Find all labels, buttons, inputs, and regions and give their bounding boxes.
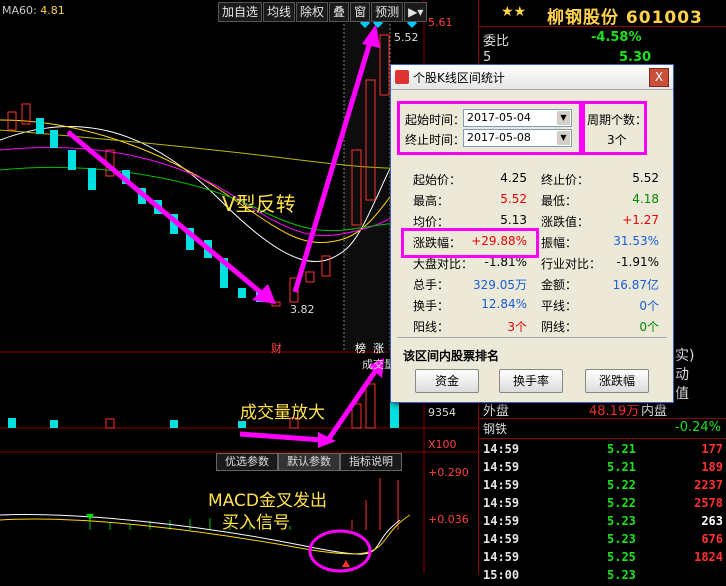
axis-high-label: 5.61 [428,16,453,29]
stat-label: 振幅： [541,236,578,250]
tab-default-params[interactable]: 默认参数 [278,453,340,471]
rank-capital-button[interactable]: 资金 [415,369,479,393]
zhang-marker: 涨 [373,342,384,355]
v-turn-annotation: V型反转 [222,192,296,216]
stat-label: 终止价： [541,173,590,187]
stat-label: 最低： [541,194,578,208]
range-stats-dialog[interactable]: 个股K线区间统计 X 起始时间： 2017-05-04 ▼ 终止时间： 2017… [390,64,674,403]
peak-label: 5.52 [394,31,419,44]
stat-value: 0个 [639,299,659,313]
tab-optimized-params[interactable]: 优选参数 [216,453,278,471]
rank-turnover-button[interactable]: 换手率 [499,369,563,393]
sector-name: 钢铁 [483,422,508,436]
overlay-button[interactable]: 叠 [329,2,350,22]
trend-arrows [66,24,384,448]
weibi-label: 委比 [483,34,510,49]
window-button[interactable]: 窗 [350,2,371,22]
stat-label: 金额： [541,278,578,292]
stat-label: 行业对比： [541,257,602,271]
ma-button[interactable]: 均线 [263,2,296,22]
volume-axis-label: 9354 [428,406,456,419]
stat-label: 阴线： [541,320,578,334]
more-menu-icon[interactable]: ▶▾ [404,2,428,22]
trade-row: 14:59 5.22 2578 [483,496,723,510]
trade-row: 14:59 5.21 177 [483,442,723,456]
low-label: 3.82 [290,303,315,316]
ma60-label: MA60: 4.81 [2,4,65,17]
stat-value: 5.52 [632,171,659,185]
app-logo-icon [395,70,409,84]
trade-row: 14:59 5.25 1824 [483,550,723,564]
macd-annotation-2: 买入信号 [222,513,290,533]
ma-value: 4.81 [40,4,65,17]
stat-label: 阳线： [413,320,450,334]
macd-mid-label: +0.036 [428,513,469,526]
dialog-title: 个股K线区间统计 [413,71,505,85]
stat-value: 329.05万 [473,278,527,292]
trade-row: 14:59 5.21 189 [483,460,723,474]
trade-row: 14:59 5.22 2237 [483,478,723,492]
side-text-2: 动 [675,367,689,383]
stat-value: 31.53% [613,234,659,248]
bang-marker: 榜 [355,342,366,355]
volume-annotation: 成交量放大 [240,403,325,423]
stat-label: 平线： [541,299,578,313]
tab-indicator-help[interactable]: 指标说明 [340,453,402,471]
stat-value: -1.91% [616,255,659,269]
x100-label: X100 [428,438,457,451]
stat-value: 16.87亿 [612,278,659,292]
rank-change-button[interactable]: 涨跌幅 [585,369,649,393]
macd-up-marker [342,560,350,567]
change-pct-highlight-box [401,228,539,258]
sector-change: -0.24% [675,420,721,435]
stat-value: 0个 [639,320,659,334]
star-icon: ★★ [501,4,527,20]
stock-title: 柳钢股份 601003 [547,8,703,28]
stat-label: 总手： [413,278,450,292]
sell5-price: 5.30 [619,50,652,65]
close-button[interactable]: X [649,68,669,87]
trade-row: 14:59 5.23 676 [483,532,723,546]
date-highlight-box [397,101,585,155]
macd-dif-line [0,514,401,555]
stat-label: 起始价： [413,173,462,187]
stat-label: 涨跌值： [541,215,590,229]
cai-marker: 财 [271,342,282,355]
side-text-1: 实) [675,348,695,364]
period-highlight-box [579,101,647,155]
macd-dea-line [0,514,411,555]
weibi-value: -4.58% [591,30,642,45]
trade-row: 14:59 5.23 263 [483,514,723,528]
stat-label: 最高： [413,194,450,208]
dialog-titlebar[interactable]: 个股K线区间统计 X [391,65,673,90]
stat-value: 5.52 [500,192,527,206]
stat-value: 12.84% [481,297,527,311]
stat-value: 5.13 [500,213,527,227]
stat-value: +1.27 [622,213,659,227]
forecast-button[interactable]: 预测 [371,2,404,22]
trade-row: 15:00 5.23 [483,568,636,582]
indicator-tabs: 优选参数 默认参数 指标说明 [216,453,402,471]
sell5-label: 5 [483,50,492,65]
add-watchlist-button[interactable]: 加自选 [218,2,263,22]
side-text-3: 值 [675,386,689,402]
ma-name: MA60: [2,4,37,17]
stat-value: 4.25 [500,171,527,185]
selected-range-bg [344,20,390,350]
macd-top-label: +0.290 [428,466,469,479]
exright-button[interactable]: 除权 [296,2,329,22]
stat-value: 4.18 [632,192,659,206]
rank-title: 该区间内股票排名 [403,349,500,363]
stat-label: 换手： [413,299,450,313]
chart-toolbar: 加自选 均线 除权 叠 窗 预测 ▶▾ [218,2,428,22]
stat-value: 3个 [507,320,527,334]
